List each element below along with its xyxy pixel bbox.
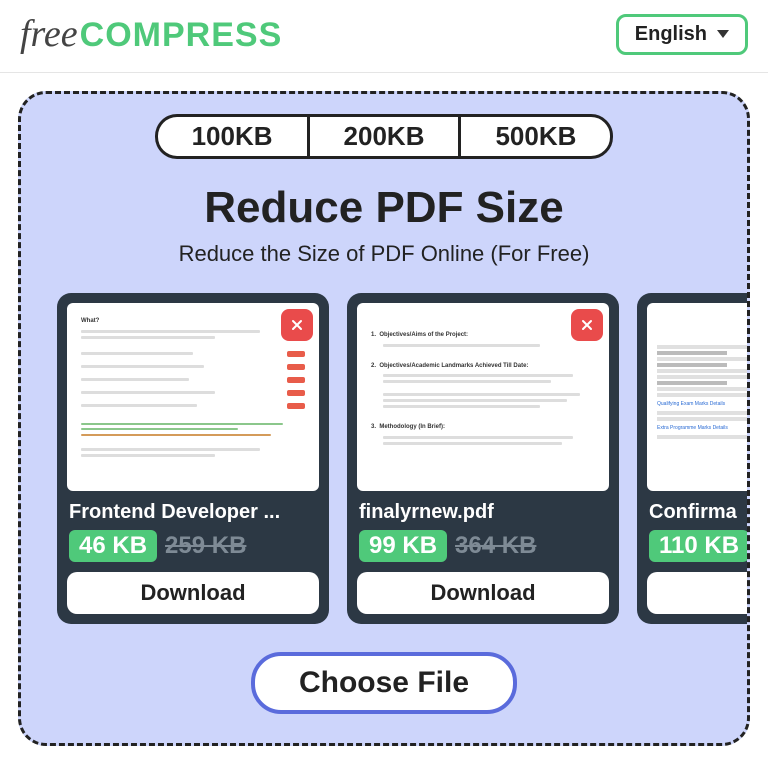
download-button[interactable]: Dov [647, 572, 747, 614]
compressed-size: 46 KB [69, 530, 157, 562]
logo-compress-text: COMPRESS [80, 16, 283, 55]
chevron-down-icon [717, 30, 729, 38]
language-label: English [635, 23, 707, 46]
filename: Confirma [649, 501, 747, 524]
size-info: 99 KB 364 KB [359, 530, 607, 562]
filename: Frontend Developer ... [69, 501, 317, 524]
size-tab-100kb[interactable]: 100KB [155, 114, 307, 159]
choose-file-button[interactable]: Choose File [251, 652, 517, 714]
pdf-preview: 1. Objectives/Aims of the Project: 2. Ob… [357, 303, 609, 491]
compressed-size: 110 KB [649, 530, 747, 562]
filename: finalyrnew.pdf [359, 501, 607, 524]
page-title: Reduce PDF Size [21, 183, 747, 233]
file-cards: What? Frontend Developer ... 46 KB [21, 293, 747, 624]
size-info: 110 KB [649, 530, 747, 562]
file-card: Application No Qualifying Exam Marks Det… [637, 293, 747, 624]
download-button[interactable]: Download [67, 572, 319, 614]
language-selector[interactable]: English [616, 14, 748, 55]
remove-file-button[interactable] [281, 309, 313, 341]
dropzone[interactable]: 100KB 200KB 500KB Reduce PDF Size Reduce… [18, 91, 750, 746]
pdf-preview: What? [67, 303, 319, 491]
original-size: 259 KB [165, 532, 246, 560]
size-info: 46 KB 259 KB [69, 530, 317, 562]
pdf-preview: Application No Qualifying Exam Marks Det… [647, 303, 747, 491]
size-tab-200kb[interactable]: 200KB [307, 114, 459, 159]
page-subtitle: Reduce the Size of PDF Online (For Free) [21, 241, 747, 267]
close-icon [289, 317, 305, 333]
download-button[interactable]: Download [357, 572, 609, 614]
logo[interactable]: free COMPRESS [20, 12, 282, 56]
close-icon [579, 317, 595, 333]
size-tabs: 100KB 200KB 500KB [21, 114, 747, 159]
compressed-size: 99 KB [359, 530, 447, 562]
logo-free-text: free [20, 12, 78, 56]
original-size: 364 KB [455, 532, 536, 560]
header: free COMPRESS English [0, 0, 768, 73]
file-card: 1. Objectives/Aims of the Project: 2. Ob… [347, 293, 619, 624]
remove-file-button[interactable] [571, 309, 603, 341]
file-card: What? Frontend Developer ... 46 KB [57, 293, 329, 624]
size-tab-500kb[interactable]: 500KB [458, 114, 613, 159]
